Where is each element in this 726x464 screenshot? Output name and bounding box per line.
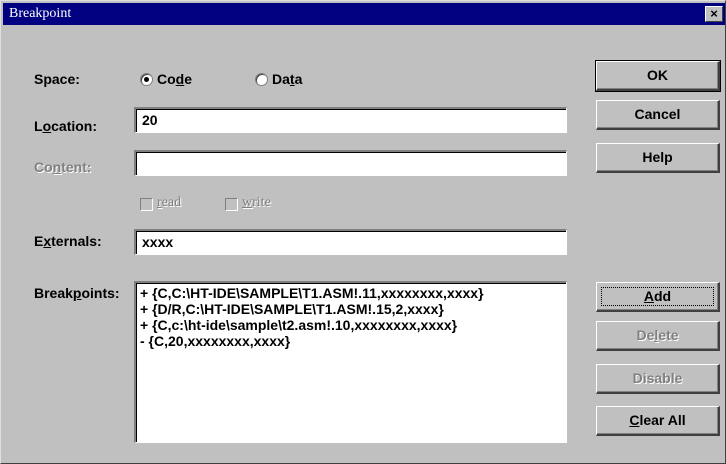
content-input[interactable] bbox=[134, 150, 567, 176]
breakpoints-list[interactable]: + {C,C:\HT-IDE\SAMPLE\T1.ASM!.11,xxxxxxx… bbox=[134, 281, 567, 443]
help-button[interactable]: Help bbox=[596, 143, 720, 173]
content-label: Content: bbox=[34, 159, 92, 175]
list-item[interactable]: + {C,C:\HT-IDE\SAMPLE\T1.ASM!.11,xxxxxxx… bbox=[140, 285, 562, 301]
close-icon: × bbox=[710, 6, 718, 21]
radio-code[interactable] bbox=[140, 73, 153, 86]
breakpoint-dialog: Breakpoint × Space: Code Data Location: … bbox=[0, 0, 726, 464]
breakpoints-label: Breakpoints: bbox=[34, 285, 120, 301]
location-input[interactable]: 20 bbox=[134, 107, 567, 133]
radio-selected-dot bbox=[144, 77, 149, 82]
radio-code-label[interactable]: Code bbox=[157, 71, 192, 87]
externals-label: Externals: bbox=[34, 233, 102, 249]
list-item[interactable]: + {D/R,C:\HT-IDE\SAMPLE\T1.ASM!.15,2,xxx… bbox=[140, 301, 562, 317]
write-checkbox-label[interactable]: write bbox=[242, 195, 271, 211]
radio-data[interactable] bbox=[255, 73, 268, 86]
list-item[interactable]: + {C,c:\ht-ide\sample\t2.asm!.10,xxxxxxx… bbox=[140, 317, 562, 333]
ok-button[interactable]: OK bbox=[595, 60, 721, 92]
close-button[interactable]: × bbox=[705, 6, 723, 22]
read-checkbox[interactable] bbox=[140, 198, 153, 211]
cancel-button[interactable]: Cancel bbox=[596, 100, 720, 130]
externals-input[interactable]: xxxx bbox=[134, 229, 567, 255]
read-checkbox-label[interactable]: read bbox=[157, 195, 181, 211]
delete-button[interactable]: Delete bbox=[596, 321, 720, 351]
disable-button[interactable]: Disable bbox=[596, 364, 720, 394]
location-label: Location: bbox=[34, 118, 98, 134]
radio-data-label[interactable]: Data bbox=[272, 71, 302, 87]
clear-all-button[interactable]: Clear All bbox=[596, 406, 720, 436]
space-label: Space: bbox=[34, 71, 80, 87]
write-checkbox[interactable] bbox=[225, 198, 238, 211]
window-title: Breakpoint bbox=[9, 6, 72, 21]
title-bar[interactable]: Breakpoint × bbox=[3, 3, 725, 25]
add-button[interactable]: Add bbox=[596, 282, 720, 312]
list-item[interactable]: - {C,20,xxxxxxxx,xxxx} bbox=[140, 333, 562, 349]
